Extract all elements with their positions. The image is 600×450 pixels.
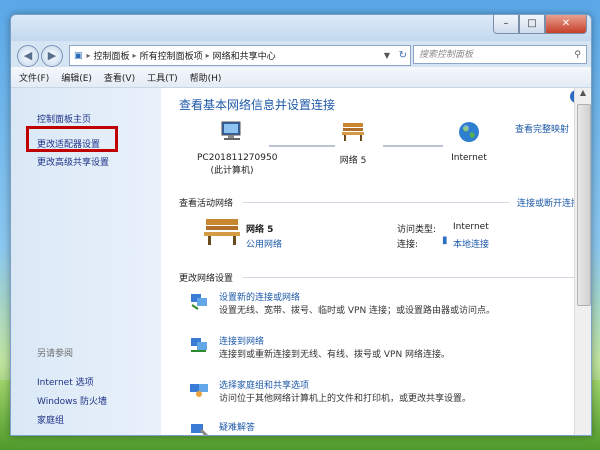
access-type-label: 访问类型: bbox=[397, 225, 437, 235]
globe-icon bbox=[459, 122, 479, 142]
task-description: 访问位于其他网络计算机上的文件和打印机，或更改共享设置。 bbox=[219, 394, 472, 404]
search-icon[interactable]: ⚲ bbox=[574, 46, 581, 65]
full-map-link[interactable]: 查看完整映射 bbox=[515, 122, 569, 135]
back-button[interactable]: ◀ bbox=[17, 45, 39, 67]
chevron-right-icon[interactable]: ▸ bbox=[133, 51, 137, 60]
address-toolbar: ◀ ▶ ▣ ▸ 控制面板 ▸ 所有控制面板项 ▸ 网络和共享中心 ▼ ↻ 搜索控… bbox=[11, 41, 591, 67]
network-node[interactable]: 网络 5 bbox=[327, 120, 379, 166]
sidebar-item-home[interactable]: 控制面板主页 bbox=[37, 112, 91, 125]
local-connection-link[interactable]: 本地连接 bbox=[453, 237, 489, 250]
menu-file[interactable]: 文件(F) bbox=[19, 71, 49, 84]
minimize-button[interactable]: – bbox=[493, 15, 519, 34]
task-link[interactable]: 选择家庭组和共享选项 bbox=[219, 378, 309, 391]
chevron-right-icon[interactable]: ▸ bbox=[87, 51, 91, 60]
active-networks-header: 查看活动网络 bbox=[179, 199, 234, 209]
menu-help[interactable]: 帮助(H) bbox=[190, 71, 222, 84]
menu-edit[interactable]: 编辑(E) bbox=[61, 71, 92, 84]
breadcrumb-control-panel[interactable]: 控制面板 bbox=[94, 49, 130, 62]
window-controls: – □ ✕ bbox=[493, 15, 587, 34]
network-type-link[interactable]: 公用网络 bbox=[246, 237, 282, 250]
task-link[interactable]: 连接到网络 bbox=[219, 334, 264, 347]
homegroup-icon bbox=[190, 384, 208, 397]
forward-button[interactable]: ▶ bbox=[41, 45, 63, 67]
divider bbox=[243, 202, 509, 203]
sidebar: 控制面板主页 更改适配器设置 更改高级共享设置 另请参阅 Internet 选项… bbox=[11, 88, 161, 435]
breadcrumb-all-items[interactable]: 所有控制面板项 bbox=[140, 49, 203, 62]
computer-icon bbox=[221, 121, 241, 140]
change-settings-header: 更改网络设置 bbox=[179, 274, 234, 284]
maximize-button[interactable]: □ bbox=[519, 15, 545, 34]
close-button[interactable]: ✕ bbox=[545, 15, 587, 34]
active-network-name: 网络 5 bbox=[246, 225, 274, 235]
menu-bar: 文件(F) 编辑(E) 查看(V) 工具(T) 帮助(H) bbox=[11, 67, 591, 88]
sidebar-item-homegroup[interactable]: 家庭组 bbox=[37, 413, 64, 426]
connect-network-icon bbox=[191, 338, 207, 352]
sidebar-item-firewall[interactable]: Windows 防火墙 bbox=[37, 394, 107, 407]
page-title: 查看基本网络信息并设置连接 bbox=[179, 98, 336, 112]
task-link[interactable]: 疑难解答 bbox=[219, 420, 255, 433]
scroll-thumb[interactable] bbox=[577, 104, 591, 306]
menu-view[interactable]: 查看(V) bbox=[104, 71, 135, 84]
menu-tools[interactable]: 工具(T) bbox=[147, 71, 178, 84]
connect-disconnect-link[interactable]: 连接或断开连接 bbox=[517, 196, 580, 209]
ethernet-icon: ▮ bbox=[442, 235, 448, 246]
see-also-label: 另请参阅 bbox=[37, 349, 74, 359]
title-bar[interactable]: – □ ✕ bbox=[11, 15, 591, 41]
internet-label: Internet bbox=[451, 153, 487, 163]
sidebar-item-adapter-settings[interactable]: 更改适配器设置 bbox=[37, 137, 100, 150]
new-connection-icon bbox=[191, 294, 207, 310]
scrollbar[interactable]: ▲ bbox=[574, 88, 591, 435]
scroll-up-icon[interactable]: ▲ bbox=[575, 88, 591, 102]
access-type-value: Internet bbox=[453, 222, 489, 232]
bench-icon bbox=[342, 123, 364, 141]
internet-node[interactable]: Internet bbox=[441, 120, 497, 163]
connector-line bbox=[383, 145, 443, 147]
connection-label: 连接: bbox=[397, 240, 419, 250]
breadcrumb-network-center[interactable]: 网络和共享中心 bbox=[213, 49, 276, 62]
sidebar-item-advanced-sharing[interactable]: 更改高级共享设置 bbox=[37, 155, 109, 168]
task-description: 连接到或重新连接到无线、有线、拨号或 VPN 网络连接。 bbox=[219, 350, 451, 360]
bench-icon bbox=[204, 219, 240, 245]
troubleshoot-icon bbox=[191, 424, 209, 435]
computer-name: PC201811270950 bbox=[197, 153, 278, 163]
address-bar[interactable]: ▣ ▸ 控制面板 ▸ 所有控制面板项 ▸ 网络和共享中心 ▼ ↻ bbox=[69, 45, 411, 66]
network-node-label: 网络 5 bbox=[339, 156, 367, 166]
control-panel-window: – □ ✕ ◀ ▶ ▣ ▸ 控制面板 ▸ 所有控制面板项 ▸ 网络和共享中心 ▼… bbox=[10, 14, 592, 436]
sidebar-item-internet-options[interactable]: Internet 选项 bbox=[37, 375, 94, 388]
computer-sub: (此计算机) bbox=[210, 166, 254, 176]
control-panel-icon: ▣ bbox=[74, 50, 83, 61]
chevron-right-icon[interactable]: ▸ bbox=[206, 51, 210, 60]
search-input[interactable]: 搜索控制面板 ⚲ bbox=[413, 45, 587, 64]
main-content: 查看基本网络信息并设置连接 ? 查看完整映射 PC201811270950 (此… bbox=[161, 88, 591, 435]
refresh-icon[interactable]: ↻ bbox=[399, 50, 407, 61]
computer-node[interactable]: PC201811270950 (此计算机) bbox=[197, 120, 278, 176]
task-link[interactable]: 设置新的连接或网络 bbox=[219, 290, 300, 303]
task-description: 设置无线、宽带、拨号、临时或 VPN 连接；或设置路由器或访问点。 bbox=[219, 306, 496, 316]
search-placeholder: 搜索控制面板 bbox=[419, 50, 474, 60]
chevron-down-icon[interactable]: ▼ bbox=[384, 51, 390, 60]
connector-line bbox=[269, 145, 335, 147]
divider bbox=[243, 277, 577, 278]
